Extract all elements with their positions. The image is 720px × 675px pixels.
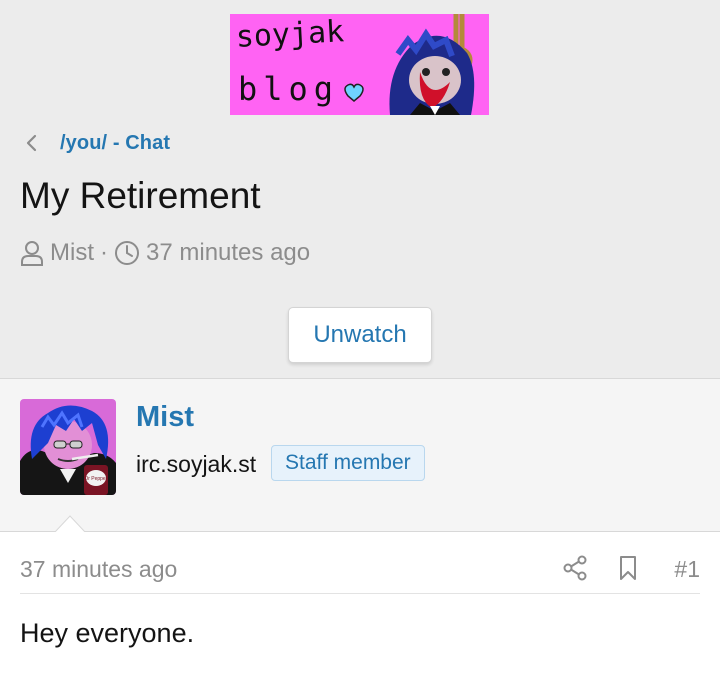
thread-author-link[interactable]: Mist [50, 239, 94, 267]
share-icon[interactable] [563, 555, 587, 581]
user-icon [21, 241, 43, 266]
unwatch-button[interactable]: Unwatch [288, 307, 432, 363]
bookmark-icon[interactable] [618, 555, 638, 581]
thread-meta: Mist · 37 minutes ago [20, 236, 310, 270]
page-title: My Retirement [20, 175, 261, 216]
clock-icon [115, 241, 139, 265]
post-header: 37 minutes ago #1 [20, 550, 700, 590]
breadcrumb-forum-link[interactable]: /you/ - Chat [60, 132, 170, 155]
meta-separator: · [100, 239, 108, 266]
post-user-block: Dr Pepper Mist irc.soyjak.st Staff membe… [0, 379, 720, 532]
logo-line-1: soyjak [235, 14, 345, 55]
page-header: soyjak blog /you/ - Chat My Retirement M… [0, 0, 720, 378]
thread-time[interactable]: 37 minutes ago [146, 239, 310, 267]
staff-badge: Staff member [271, 445, 425, 481]
post-username[interactable]: Mist [136, 401, 194, 434]
post-number-link[interactable]: #1 [674, 556, 700, 583]
post-divider [20, 593, 700, 594]
avatar-can-label: Dr Pepper [85, 476, 108, 482]
user-title: irc.soyjak.st [136, 451, 257, 477]
logo-line-2: blog [238, 70, 339, 108]
logo-character-art [380, 14, 485, 115]
post-time[interactable]: 37 minutes ago [20, 556, 177, 583]
user-block-arrow [55, 515, 85, 532]
avatar[interactable]: Dr Pepper [20, 399, 116, 495]
post-body: Hey everyone. [20, 618, 195, 648]
chevron-left-icon[interactable] [24, 132, 40, 154]
breadcrumb: /you/ - Chat [24, 130, 170, 156]
site-logo[interactable]: soyjak blog [230, 14, 489, 115]
